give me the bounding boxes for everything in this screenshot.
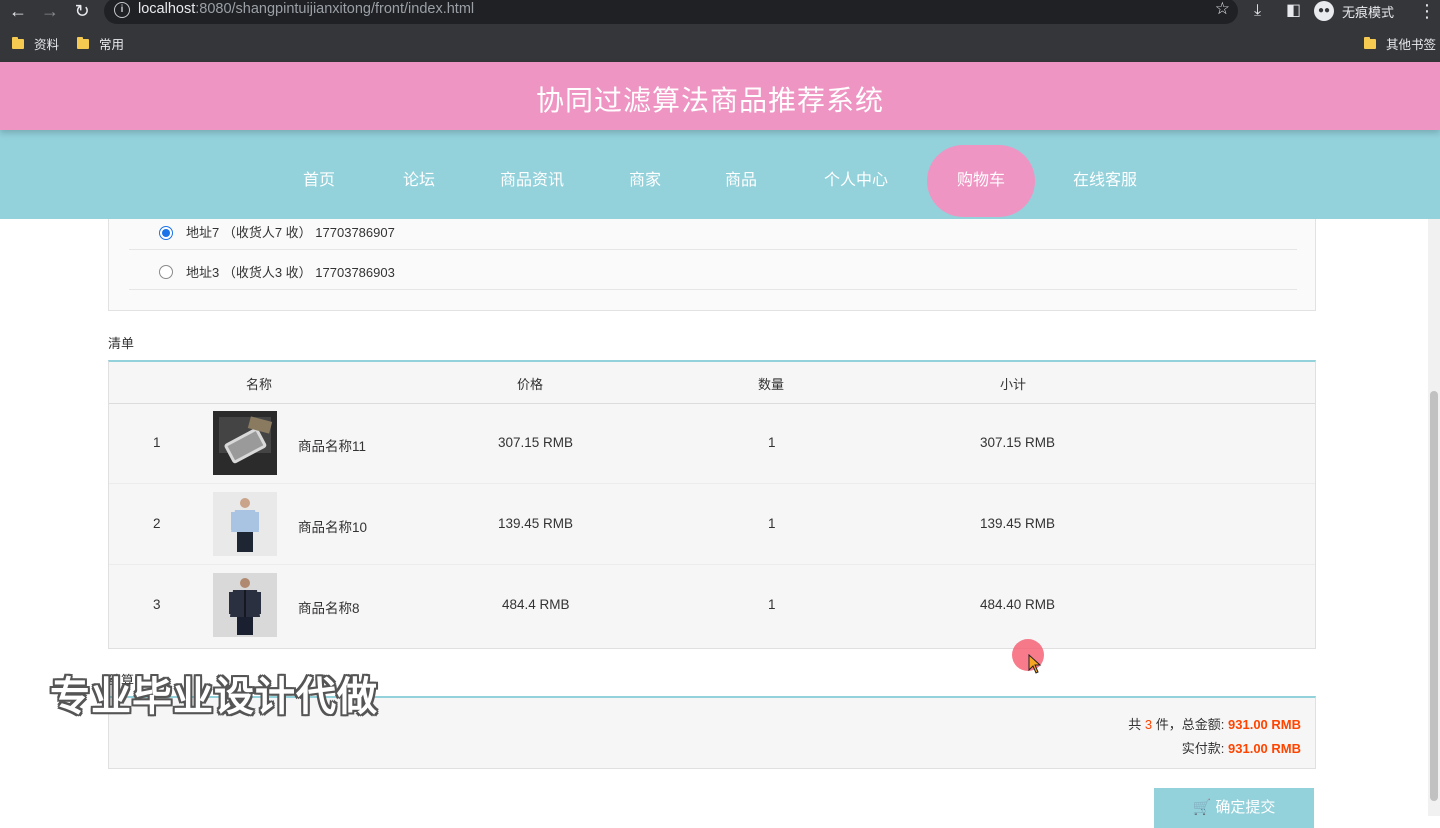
- order-list-table: 名称 价格 数量 小计 1 商品名称11 307.15 RMB 1 307.15…: [108, 360, 1316, 649]
- address-option[interactable]: 地址3 （收货人3 收） 17703786903: [129, 249, 1297, 290]
- item-count: 3: [1144, 717, 1153, 732]
- watermark-text: 专业毕业设计代做: [50, 675, 378, 719]
- star-icon[interactable]: ☆: [1215, 0, 1230, 19]
- forward-arrow-icon[interactable]: →: [36, 0, 64, 24]
- column-header: 小计: [1000, 377, 1027, 392]
- total-amount: 931.00 RMB: [1228, 717, 1301, 732]
- other-bookmarks[interactable]: 其他书签: [1364, 34, 1436, 53]
- cart-icon: 🛒: [1192, 799, 1212, 816]
- product-name[interactable]: 商品名称10: [298, 516, 367, 536]
- product-price: 307.15 RMB: [498, 435, 574, 450]
- address-text: 地址3 （收货人3 收） 17703786903: [186, 265, 395, 280]
- nav-item-home[interactable]: 首页: [286, 145, 352, 217]
- address-radio[interactable]: [159, 226, 173, 240]
- bookmark-folder[interactable]: 常用: [77, 34, 124, 53]
- mouse-cursor-icon: [1028, 654, 1042, 674]
- download-icon[interactable]: ⤓: [1254, 0, 1261, 22]
- row-index: 3: [153, 597, 161, 612]
- bookmarks-bar: 资料 常用 其他书签: [0, 32, 1440, 56]
- address-bar[interactable]: i localhost:8080/shangpintuijianxitong/f…: [104, 0, 1238, 24]
- row-index: 2: [153, 516, 161, 531]
- count-suffix: 件，总金额:: [1155, 717, 1225, 732]
- nav-item-service[interactable]: 在线客服: [1066, 145, 1144, 217]
- bookmark-folder[interactable]: 资料: [12, 34, 59, 53]
- bookmark-label: 其他书签: [1386, 38, 1437, 52]
- nav-item-products[interactable]: 商品: [708, 145, 774, 217]
- url-text[interactable]: localhost:8080/shangpintuijianxitong/fro…: [138, 1, 474, 17]
- product-name[interactable]: 商品名称11: [298, 435, 366, 455]
- row-index: 1: [153, 435, 161, 450]
- nav-item-profile[interactable]: 个人中心: [818, 145, 894, 217]
- product-qty: 1: [768, 597, 776, 612]
- page-scrollbar[interactable]: [1428, 219, 1440, 816]
- paid-label: 实付款:: [1181, 741, 1225, 756]
- sidepanel-icon[interactable]: ◧: [1286, 0, 1301, 22]
- browser-chrome: ← → ↻ i localhost:8080/shangpintuijianxi…: [0, 0, 1440, 62]
- submit-label: 确定提交: [1215, 799, 1276, 816]
- url-path: :8080/shangpintuijianxitong/front/index.…: [195, 1, 475, 17]
- product-qty: 1: [768, 516, 776, 531]
- main-nav: 首页 论坛 商品资讯 商家 商品 个人中心 购物车 在线客服: [0, 130, 1440, 219]
- address-text: 地址7 （收货人7 收） 17703786907: [186, 225, 395, 240]
- site-header: 协同过滤算法商品推荐系统: [0, 62, 1440, 130]
- url-host: localhost: [138, 1, 196, 17]
- product-image-phone[interactable]: [213, 411, 277, 475]
- nav-item-merchants[interactable]: 商家: [612, 145, 678, 217]
- toolbar: ← → ↻ i localhost:8080/shangpintuijianxi…: [0, 0, 1440, 24]
- column-header: 价格: [517, 377, 544, 392]
- submit-order-button[interactable]: 🛒 确定提交: [1154, 788, 1314, 828]
- folder-icon: [77, 36, 89, 49]
- product-name[interactable]: 商品名称8: [298, 597, 360, 617]
- site-title: 协同过滤算法商品推荐系统: [535, 85, 884, 116]
- incognito-icon: ●●: [1314, 1, 1334, 21]
- product-price: 484.4 RMB: [502, 597, 570, 612]
- product-image-shirt[interactable]: [213, 492, 277, 556]
- incognito-indicator[interactable]: ●● 无痕模式: [1314, 0, 1394, 22]
- column-header: 数量: [758, 377, 785, 392]
- nav-item-forum[interactable]: 论坛: [386, 145, 452, 217]
- product-price: 139.45 RMB: [498, 516, 574, 531]
- list-label: 清单: [108, 336, 135, 351]
- total-line: 共 3 件，总金额: 931.00 RMB: [1128, 714, 1301, 733]
- bookmark-label: 资料: [34, 38, 60, 52]
- menu-icon[interactable]: ⋮: [1418, 0, 1436, 22]
- paid-line: 实付款: 931.00 RMB: [1182, 738, 1301, 757]
- nav-item-news[interactable]: 商品资讯: [494, 145, 570, 217]
- folder-icon: [12, 36, 24, 49]
- count-prefix: 共: [1128, 717, 1142, 732]
- address-radio[interactable]: [159, 265, 173, 279]
- info-icon[interactable]: i: [114, 2, 130, 18]
- product-image-jacket[interactable]: [213, 573, 277, 637]
- scroll-thumb[interactable]: [1430, 391, 1438, 801]
- reload-icon[interactable]: ↻: [68, 0, 96, 24]
- column-header: 名称: [246, 377, 273, 392]
- back-arrow-icon[interactable]: ←: [4, 0, 32, 24]
- nav-item-cart[interactable]: 购物车: [927, 145, 1035, 217]
- table-row: 3 商品名称8 484.4 RMB 1 484.40 RMB: [109, 565, 1315, 646]
- paid-amount: 931.00 RMB: [1228, 741, 1301, 756]
- folder-icon: [1364, 36, 1376, 49]
- product-qty: 1: [768, 435, 776, 450]
- product-subtotal: 307.15 RMB: [980, 435, 1056, 450]
- table-row: 2 商品名称10 139.45 RMB 1 139.45 RMB: [109, 484, 1315, 565]
- address-list: 地址7 （收货人7 收） 17703786907 地址3 （收货人3 收） 17…: [108, 219, 1316, 311]
- bookmark-label: 常用: [99, 38, 125, 52]
- table-row: 1 商品名称11 307.15 RMB 1 307.15 RMB: [109, 403, 1315, 484]
- incognito-label: 无痕模式: [1342, 4, 1395, 20]
- product-subtotal: 484.40 RMB: [980, 597, 1056, 612]
- product-subtotal: 139.45 RMB: [980, 516, 1056, 531]
